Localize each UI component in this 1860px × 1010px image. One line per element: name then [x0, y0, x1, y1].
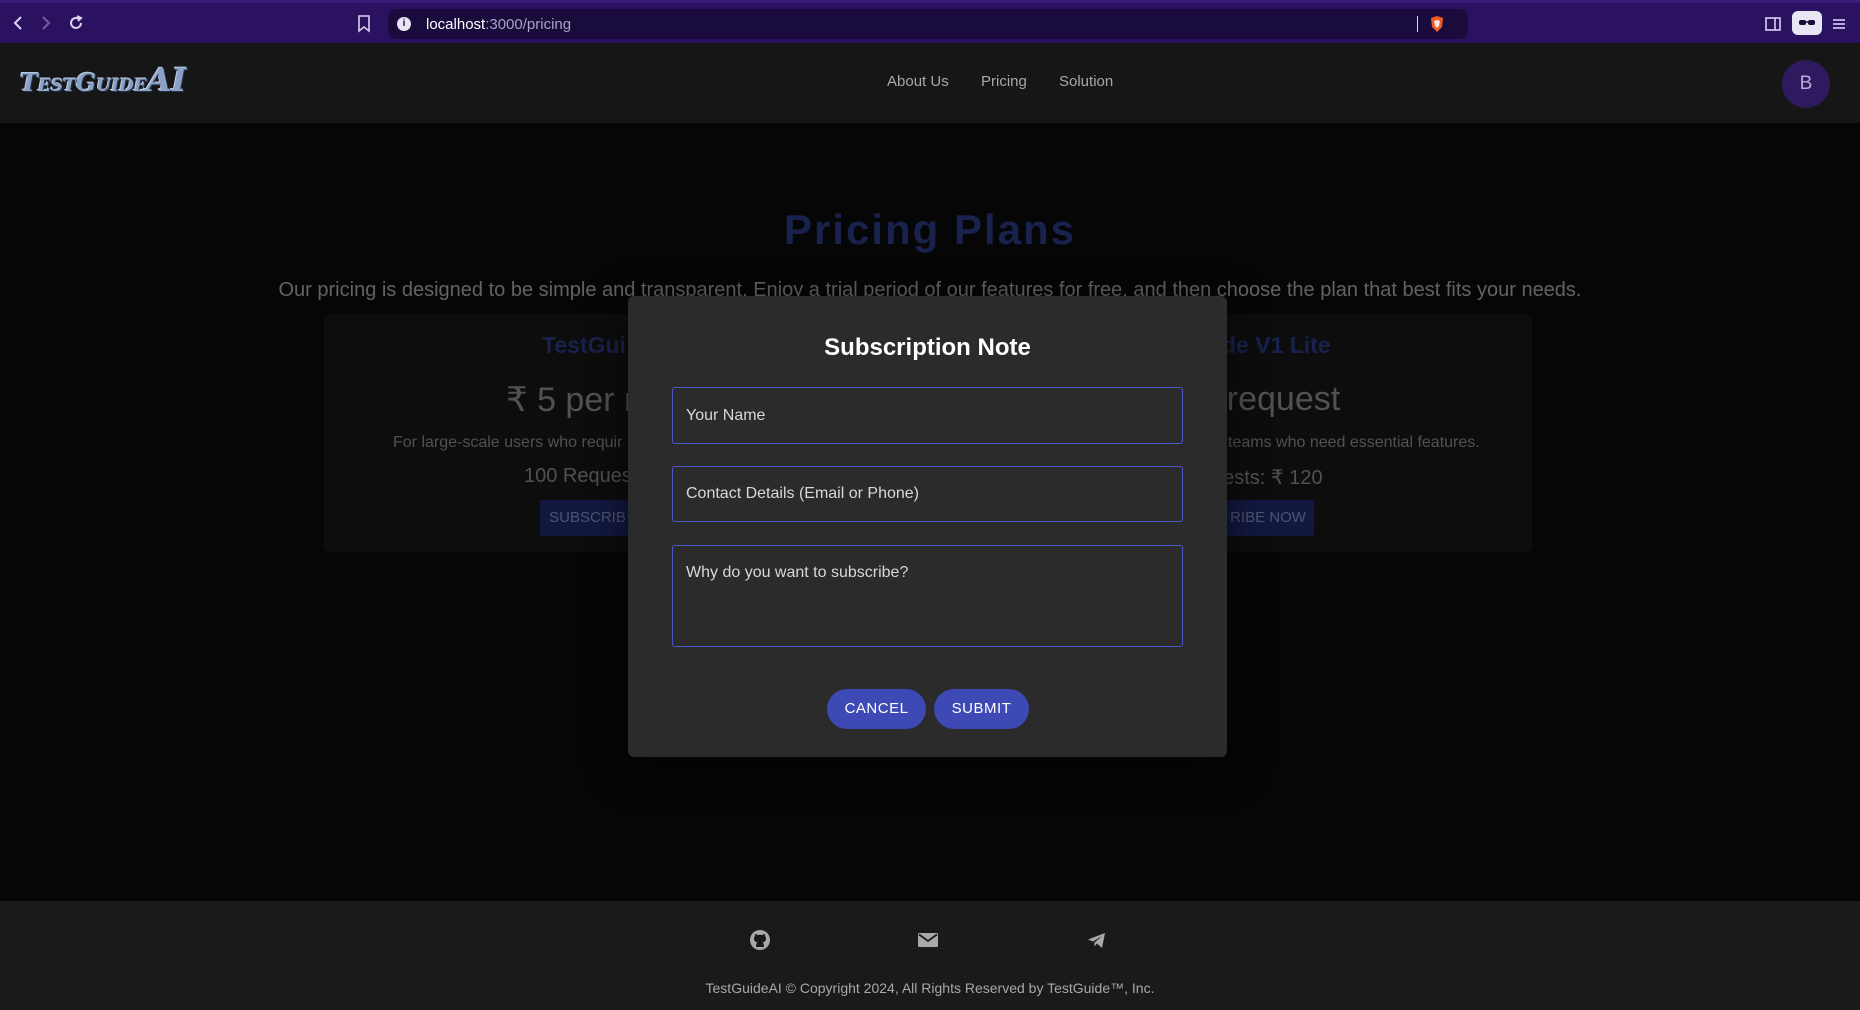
copyright-text: TestGuideAI © Copyright 2024, All Rights…	[705, 980, 1155, 996]
bookmark-icon[interactable]	[357, 15, 371, 38]
address-bar[interactable]: i localhost:3000/pricing	[388, 9, 1468, 39]
sidebar-toggle-icon[interactable]	[1764, 15, 1784, 35]
email-icon[interactable]	[916, 928, 940, 952]
telegram-icon[interactable]	[1085, 928, 1109, 952]
name-input[interactable]	[672, 387, 1183, 444]
site-header: TestGuideAI About Us Pricing Solution B	[0, 43, 1860, 123]
reason-textarea[interactable]	[672, 545, 1183, 647]
footer: TestGuideAI © Copyright 2024, All Rights…	[0, 901, 1860, 1010]
nav-about-us[interactable]: About Us	[887, 73, 949, 90]
nav-pricing[interactable]: Pricing	[981, 73, 1027, 90]
forward-icon[interactable]	[36, 13, 56, 33]
menu-icon[interactable]	[1830, 15, 1850, 35]
vpn-icon[interactable]	[1792, 11, 1822, 35]
brave-shield-icon[interactable]	[1428, 15, 1446, 33]
logo-ai: AI	[146, 61, 187, 99]
nav-solution[interactable]: Solution	[1059, 73, 1113, 90]
site-info-icon[interactable]: i	[397, 17, 411, 31]
reload-icon[interactable]	[66, 13, 86, 33]
contact-input[interactable]	[672, 466, 1183, 522]
logo[interactable]: TestGuideAI	[20, 61, 187, 99]
logo-text: TestGuide	[20, 68, 147, 97]
url-text: localhost:3000/pricing	[426, 16, 571, 33]
browser-toolbar: i localhost:3000/pricing	[0, 0, 1860, 43]
github-icon[interactable]	[748, 928, 772, 952]
modal-title: Subscription Note	[824, 334, 1031, 361]
back-icon[interactable]	[8, 13, 28, 33]
cancel-button[interactable]: CANCEL	[827, 689, 926, 729]
subscription-modal: Subscription Note CANCEL SUBMIT	[628, 296, 1227, 757]
avatar[interactable]: B	[1782, 60, 1830, 108]
url-host: localhost	[426, 16, 486, 33]
cursor-divider	[1417, 16, 1418, 32]
submit-button[interactable]: SUBMIT	[934, 689, 1029, 729]
url-path: :3000/pricing	[485, 16, 572, 33]
